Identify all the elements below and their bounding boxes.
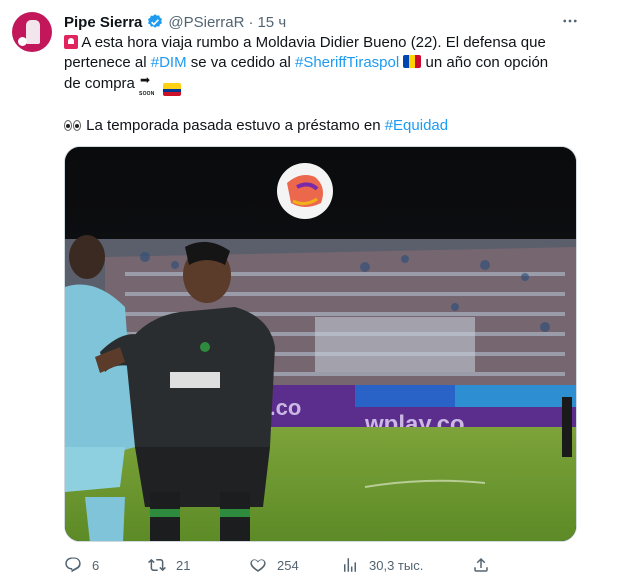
tweet-actions: 6 21 254 30,3 тыс. [64,556,494,576]
eyes-icon [64,119,82,131]
avatar-ball [18,37,27,46]
verified-badge-icon [146,13,164,31]
hashtag-sheriff[interactable]: #SheriffTiraspol [295,54,399,71]
tweet-line-4-text: La temporada pasada estuvo a préstamo en [86,116,385,134]
author-name[interactable]: Pipe Sierra [64,14,142,31]
soon-label: SOON [139,91,155,97]
photo-illustration: wplay.co wplay.co [65,147,576,541]
tweet-time[interactable]: 15 ч [257,14,286,31]
siren-icon [64,35,78,49]
tweet-line-4: La temporada pasada estuvo a préstamo en… [64,116,584,136]
views-count: 30,3 тыс. [369,557,424,573]
reply-count: 6 [92,557,100,573]
reply-button[interactable]: 6 [64,556,99,574]
share-button[interactable] [472,556,490,574]
tweet-line-2-text-b: se va cedido al [186,54,295,71]
tweet-line-2-text-c: un año con opción [421,54,549,71]
moldova-flag-icon [403,55,422,68]
share-icon [474,557,488,572]
tweet-line-2: pertenece al #DIM se va cedido al #Sheri… [64,53,584,73]
tweet-line-3-text: de compra [64,75,140,92]
tweet-line-3: de compra ➡ SOON [64,73,584,97]
tweet-header: Pipe Sierra @PSierraR · 15 ч [64,12,286,32]
heart-icon [250,559,266,572]
like-button[interactable]: 254 [249,556,299,574]
tweet-line-1-text: A esta hora viaja rumbo a Moldavia Didie… [81,34,546,51]
retweet-button[interactable]: 21 [148,556,190,574]
retweet-count: 21 [176,557,191,573]
hashtag-dim[interactable]: #DIM [151,54,187,71]
like-count: 254 [277,557,299,573]
tweet-line-1: A esta hora viaja rumbo a Moldavia Didie… [64,33,584,53]
more-icon[interactable] [560,12,580,32]
retweet-icon [148,558,166,572]
separator-dot: · [248,13,254,31]
tweet-photo[interactable]: wplay.co wplay.co [64,146,577,542]
colombia-flag-icon [163,82,182,96]
reply-icon [65,557,81,573]
views-button[interactable]: 30,3 тыс. [341,556,423,574]
avatar[interactable] [12,12,52,52]
avatar-figure [26,20,40,44]
soon-arrow-icon: ➡ SOON [139,73,159,97]
tweet-line-2-text-a: pertenece al [64,54,151,71]
views-icon [344,558,356,572]
hashtag-equidad[interactable]: #Equidad [385,117,448,134]
tweet[interactable]: Pipe Sierra @PSierraR · 15 ч A esta hora… [0,0,633,588]
author-handle[interactable]: @PSierraR [168,14,244,31]
tweet-text: A esta hora viaja rumbo a Moldavia Didie… [64,33,584,136]
